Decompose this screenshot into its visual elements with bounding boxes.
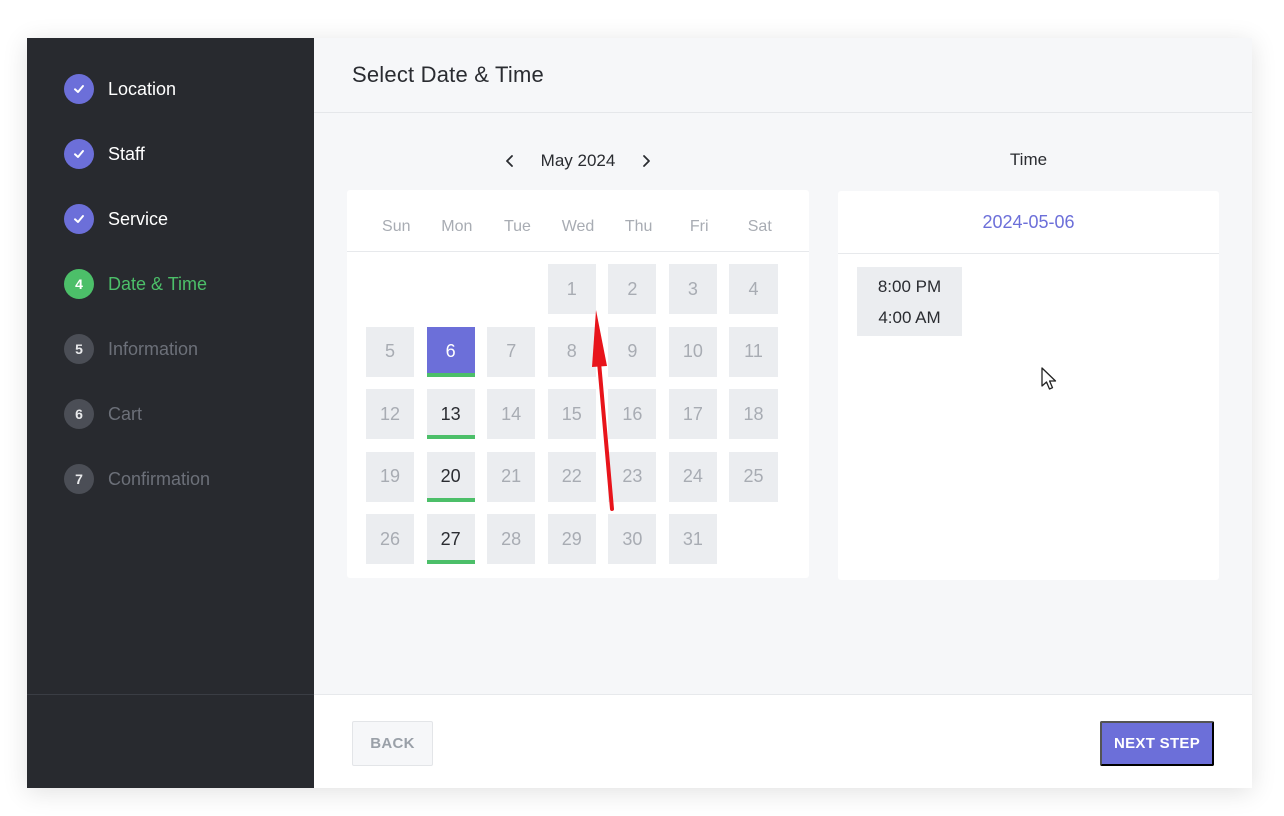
calendar-day-25: 25 — [729, 451, 778, 502]
step-information[interactable]: 5 Information — [64, 334, 210, 364]
steps-sidebar: Location Staff Service 4 Date & Time 5 Informa… — [27, 38, 314, 788]
calendar-day-12: 12 — [366, 389, 415, 439]
calendar-day-26: 26 — [366, 514, 415, 564]
time-heading: Time — [1009, 150, 1048, 169]
booking-wizard: Location Staff Service 4 Date & Time 5 Informa… — [27, 38, 1252, 788]
calendar-day-1: 1 — [547, 264, 596, 314]
calendar-week: 5 6 7 8 9 10 11 — [366, 326, 790, 377]
chevron-right-icon — [643, 155, 651, 167]
calendar-day-6[interactable]: 6 — [426, 326, 475, 377]
calendar-day-28: 28 — [487, 514, 536, 564]
step-location[interactable]: Location — [64, 74, 210, 104]
step-label: Staff — [108, 143, 145, 164]
calendar-day-17: 17 — [668, 389, 717, 439]
calendar-day-27[interactable]: 27 — [426, 514, 475, 564]
step-number: 7 — [64, 464, 94, 494]
month-label: May 2024 — [540, 151, 616, 170]
calendar-week: 19 20 21 22 23 24 25 — [366, 451, 790, 502]
check-icon — [64, 204, 94, 234]
calendar-day-24: 24 — [668, 451, 717, 502]
calendar-day-21: 21 — [487, 451, 536, 502]
step-staff[interactable]: Staff — [64, 139, 210, 169]
calendar-day-13[interactable]: 13 — [426, 389, 475, 439]
calendar-day-18: 18 — [729, 389, 778, 439]
weekday-label: Sun — [382, 218, 411, 235]
calendar-day-empty — [729, 514, 777, 564]
time-slot-list: 8:00 PM 4:00 AM — [857, 267, 962, 336]
calendar-day-19: 19 — [366, 451, 415, 502]
step-number: 6 — [64, 399, 94, 429]
step-list: Location Staff Service 4 Date & Time 5 Informa… — [64, 74, 210, 529]
sidebar-divider — [27, 694, 314, 695]
calendar-day-4: 4 — [729, 264, 778, 314]
calendar-day-empty — [366, 264, 414, 314]
calendar-day-22: 22 — [547, 451, 596, 502]
calendar-day-11: 11 — [729, 326, 778, 377]
step-confirmation[interactable]: 7 Confirmation — [64, 464, 210, 494]
step-label: Information — [108, 338, 199, 359]
next-step-button[interactable]: NEXT STEP — [1100, 721, 1214, 766]
calendar-day-empty — [487, 264, 535, 314]
weekday-label: Wed — [561, 218, 595, 235]
calendar-day-29: 29 — [547, 514, 596, 564]
weekday-label: Sat — [747, 218, 772, 235]
mouse-cursor-icon — [1041, 367, 1057, 390]
calendar-day-7: 7 — [487, 326, 536, 377]
time-slot[interactable]: 8:00 PM — [878, 271, 941, 302]
main-panel: Select Date & Time May 2024 Time Sun Mon T… — [314, 38, 1252, 788]
step-label: Service — [108, 208, 169, 229]
footer: BACK NEXT STEP — [314, 694, 1252, 788]
weekday-label: Thu — [624, 218, 653, 235]
calendar-day-empty — [427, 264, 475, 314]
step-number: 4 — [64, 269, 94, 299]
page-title: Select Date & Time — [352, 62, 544, 87]
step-label: Confirmation — [108, 468, 211, 489]
step-label: Date & Time — [108, 273, 208, 294]
calendar-day-10: 10 — [668, 326, 717, 377]
step-date-time[interactable]: 4 Date & Time — [64, 269, 210, 299]
calendar-day-30: 30 — [608, 514, 657, 564]
next-month-button[interactable] — [631, 146, 661, 176]
weekday-header: Sun Mon Tue Wed Thu Fri Sat — [347, 190, 809, 252]
calendar-day-20[interactable]: 20 — [426, 451, 475, 502]
calendar-day-14: 14 — [487, 389, 536, 439]
calendar-day-3: 3 — [668, 264, 717, 314]
calendar-day-8: 8 — [547, 326, 596, 377]
month-navigator: May 2024 — [347, 146, 809, 176]
calendar-day-15: 15 — [547, 389, 596, 439]
main-header: Select Date & Time — [314, 38, 1252, 113]
prev-month-button[interactable] — [495, 146, 525, 176]
calendar-week: 26 27 28 29 30 31 — [366, 514, 790, 564]
calendar-day-31: 31 — [668, 514, 717, 564]
check-icon — [64, 74, 94, 104]
calendar-days: 1 2 3 4 5 6 7 8 9 10 11 12 13 14 15 16 17 18 19 20 21 22 23 24 2… — [347, 252, 809, 564]
time-slot[interactable]: 4:00 AM — [878, 302, 940, 333]
calendar-week: 1234 — [366, 264, 790, 314]
step-label: Location — [108, 78, 177, 99]
annotation-arrow-icon — [592, 310, 614, 511]
weekday-label: Tue — [503, 218, 531, 235]
weekday-label: Mon — [441, 218, 473, 235]
step-number: 5 — [64, 334, 94, 364]
weekday-label: Fri — [689, 218, 709, 235]
calendar: Sun Mon Tue Wed Thu Fri Sat 1 2 3 4 5 6 7 8 9 10 11 12 13 1… — [347, 190, 809, 578]
step-service[interactable]: Service — [64, 204, 210, 234]
step-label: Cart — [108, 403, 143, 424]
selected-date: 2024-05-06 — [838, 191, 1219, 254]
step-cart[interactable]: 6 Cart — [64, 399, 210, 429]
check-icon — [64, 139, 94, 169]
chevron-left-icon — [505, 155, 513, 167]
back-button[interactable]: BACK — [352, 721, 433, 766]
calendar-day-5: 5 — [366, 326, 415, 377]
time-panel: 2024-05-06 8:00 PM 4:00 AM — [838, 191, 1219, 580]
calendar-week: 12 13 14 15 16 17 18 — [366, 389, 790, 439]
